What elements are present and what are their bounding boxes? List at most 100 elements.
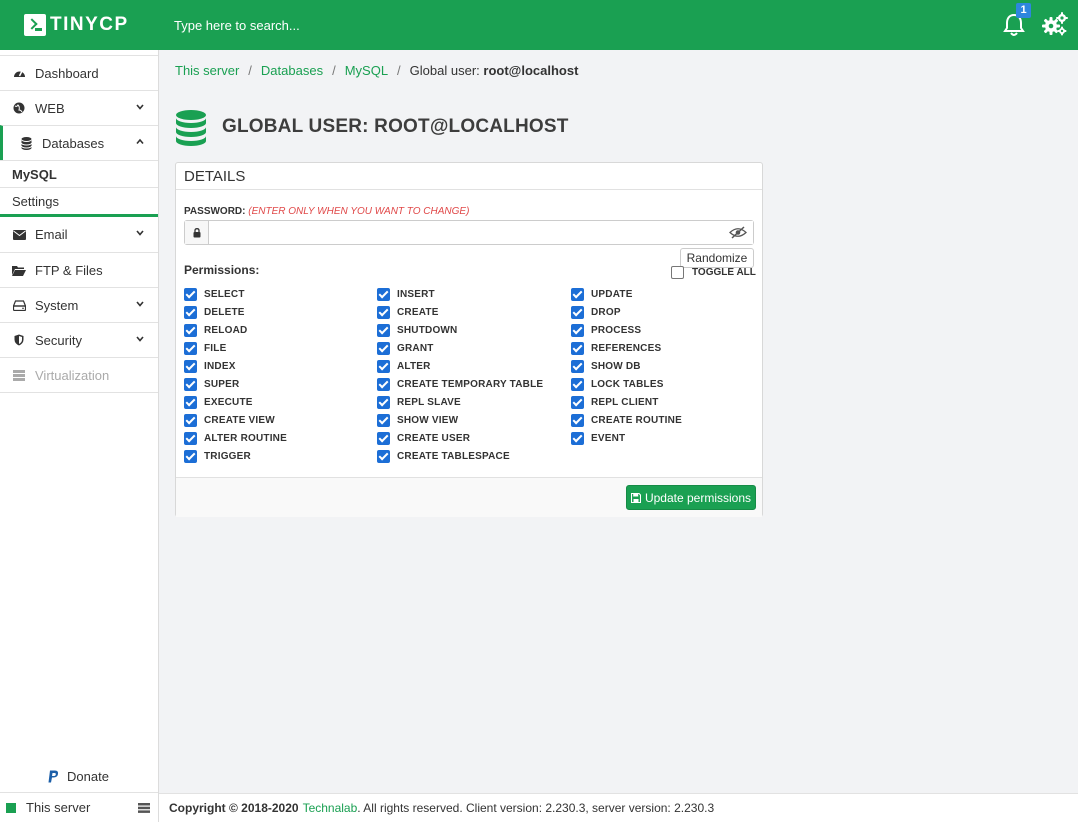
permission-checkbox[interactable] [184,396,197,409]
permission-label: SHUTDOWN [397,325,458,336]
permission-label: ALTER ROUTINE [204,433,287,444]
permission-checkbox[interactable] [377,306,390,319]
password-input[interactable] [209,221,753,244]
permission-checkbox[interactable] [377,414,390,427]
permission-item[interactable]: SHOW DB [571,360,641,373]
permission-checkbox[interactable] [571,324,584,337]
permission-item[interactable]: SHOW VIEW [377,414,458,427]
permission-checkbox[interactable] [184,378,197,391]
permission-checkbox[interactable] [571,306,584,319]
sidebar-subitem-settings[interactable]: Settings [0,187,158,214]
database-icon [19,136,33,150]
server-icon [12,368,26,382]
gears-icon[interactable] [1042,12,1068,36]
permission-item[interactable]: DROP [571,306,621,319]
permission-item[interactable]: CREATE TABLESPACE [377,450,510,463]
permission-label: EVENT [591,433,626,444]
permission-item[interactable]: ALTER [377,360,431,373]
sidebar-item-web[interactable]: WEB [0,90,158,125]
permission-item[interactable]: EXECUTE [184,396,253,409]
permission-checkbox[interactable] [571,288,584,301]
breadcrumb-mysql[interactable]: MySQL [345,63,388,78]
permission-checkbox[interactable] [184,288,197,301]
permission-item[interactable]: SUPER [184,378,239,391]
permission-item[interactable]: REPL CLIENT [571,396,659,409]
footer-company-link[interactable]: Technalab [303,801,358,815]
permission-item[interactable]: GRANT [377,342,434,355]
sidebar-item-security[interactable]: Security [0,322,158,357]
permission-label: SUPER [204,379,240,390]
permission-item[interactable]: REPL SLAVE [377,396,461,409]
sidebar-item-label: Security [35,332,82,348]
update-permissions-button[interactable]: Update permissions [626,485,756,510]
sidebar-item-ftp-files[interactable]: FTP & Files [0,252,158,287]
details-header: DETAILS [176,163,762,190]
permission-item[interactable]: CREATE VIEW [184,414,275,427]
permission-checkbox[interactable] [571,360,584,373]
chevron-up-icon [136,138,144,145]
permission-checkbox[interactable] [184,342,197,355]
brand-logo[interactable]: TINYCP [0,0,159,50]
permission-label: FILE [204,343,227,354]
permission-label: CREATE USER [397,433,471,444]
dashboard-icon [12,66,26,80]
server-list-icon[interactable] [138,803,150,813]
eye-slash-icon[interactable] [729,226,747,239]
permission-item[interactable]: DELETE [184,306,245,319]
breadcrumb-this-server[interactable]: This server [175,63,239,78]
permission-checkbox[interactable] [377,288,390,301]
permission-checkbox[interactable] [184,360,197,373]
breadcrumb-separator: / [332,63,336,78]
donate-link[interactable]: Donate [48,769,109,784]
permission-checkbox[interactable] [184,450,197,463]
toggle-all-checkbox[interactable] [671,266,684,279]
permission-checkbox[interactable] [377,342,390,355]
permission-item[interactable]: ALTER ROUTINE [184,432,287,445]
permission-checkbox[interactable] [571,342,584,355]
sidebar-subitem-mysql[interactable]: MySQL [0,160,158,187]
permission-checkbox[interactable] [184,414,197,427]
permission-item[interactable]: CREATE [377,306,439,319]
permission-item[interactable]: SELECT [184,288,245,301]
permission-item[interactable]: REFERENCES [571,342,661,355]
toggle-all[interactable]: TOGGLE ALL [671,266,756,279]
search-input[interactable] [174,15,574,35]
permission-item[interactable]: RELOAD [184,324,247,337]
permission-checkbox[interactable] [184,432,197,445]
permission-checkbox[interactable] [571,396,584,409]
permission-item[interactable]: UPDATE [571,288,633,301]
permission-item[interactable]: CREATE TEMPORARY TABLE [377,378,543,391]
permission-checkbox[interactable] [571,432,584,445]
permission-checkbox[interactable] [377,432,390,445]
permission-item[interactable]: CREATE ROUTINE [571,414,682,427]
permission-item[interactable]: INDEX [184,360,236,373]
password-field-group [184,220,754,245]
permission-item[interactable]: INSERT [377,288,435,301]
sidebar-item-databases[interactable]: Databases [0,125,158,160]
permission-item[interactable]: TRIGGER [184,450,251,463]
sidebar-item-label: Email [35,227,68,242]
permission-checkbox[interactable] [184,324,197,337]
permission-checkbox[interactable] [377,324,390,337]
permission-checkbox[interactable] [571,414,584,427]
permission-item[interactable]: CREATE USER [377,432,470,445]
permission-item[interactable]: LOCK TABLES [571,378,664,391]
permission-item[interactable]: PROCESS [571,324,641,337]
sidebar-item-system[interactable]: System [0,287,158,322]
server-selector[interactable]: This server [0,792,158,822]
permission-label: RELOAD [204,325,248,336]
permission-item[interactable]: SHUTDOWN [377,324,457,337]
sidebar-item-email[interactable]: Email [0,217,158,252]
permission-checkbox[interactable] [184,306,197,319]
permission-checkbox[interactable] [377,450,390,463]
breadcrumb-databases[interactable]: Databases [261,63,323,78]
permission-item[interactable]: EVENT [571,432,625,445]
permission-item[interactable]: FILE [184,342,226,355]
permission-label: PROCESS [591,325,642,336]
permission-checkbox[interactable] [377,396,390,409]
permission-checkbox[interactable] [377,378,390,391]
permission-checkbox[interactable] [377,360,390,373]
sidebar-item-dashboard[interactable]: Dashboard [0,55,158,90]
randomize-button[interactable]: Randomize [680,248,754,268]
permission-checkbox[interactable] [571,378,584,391]
